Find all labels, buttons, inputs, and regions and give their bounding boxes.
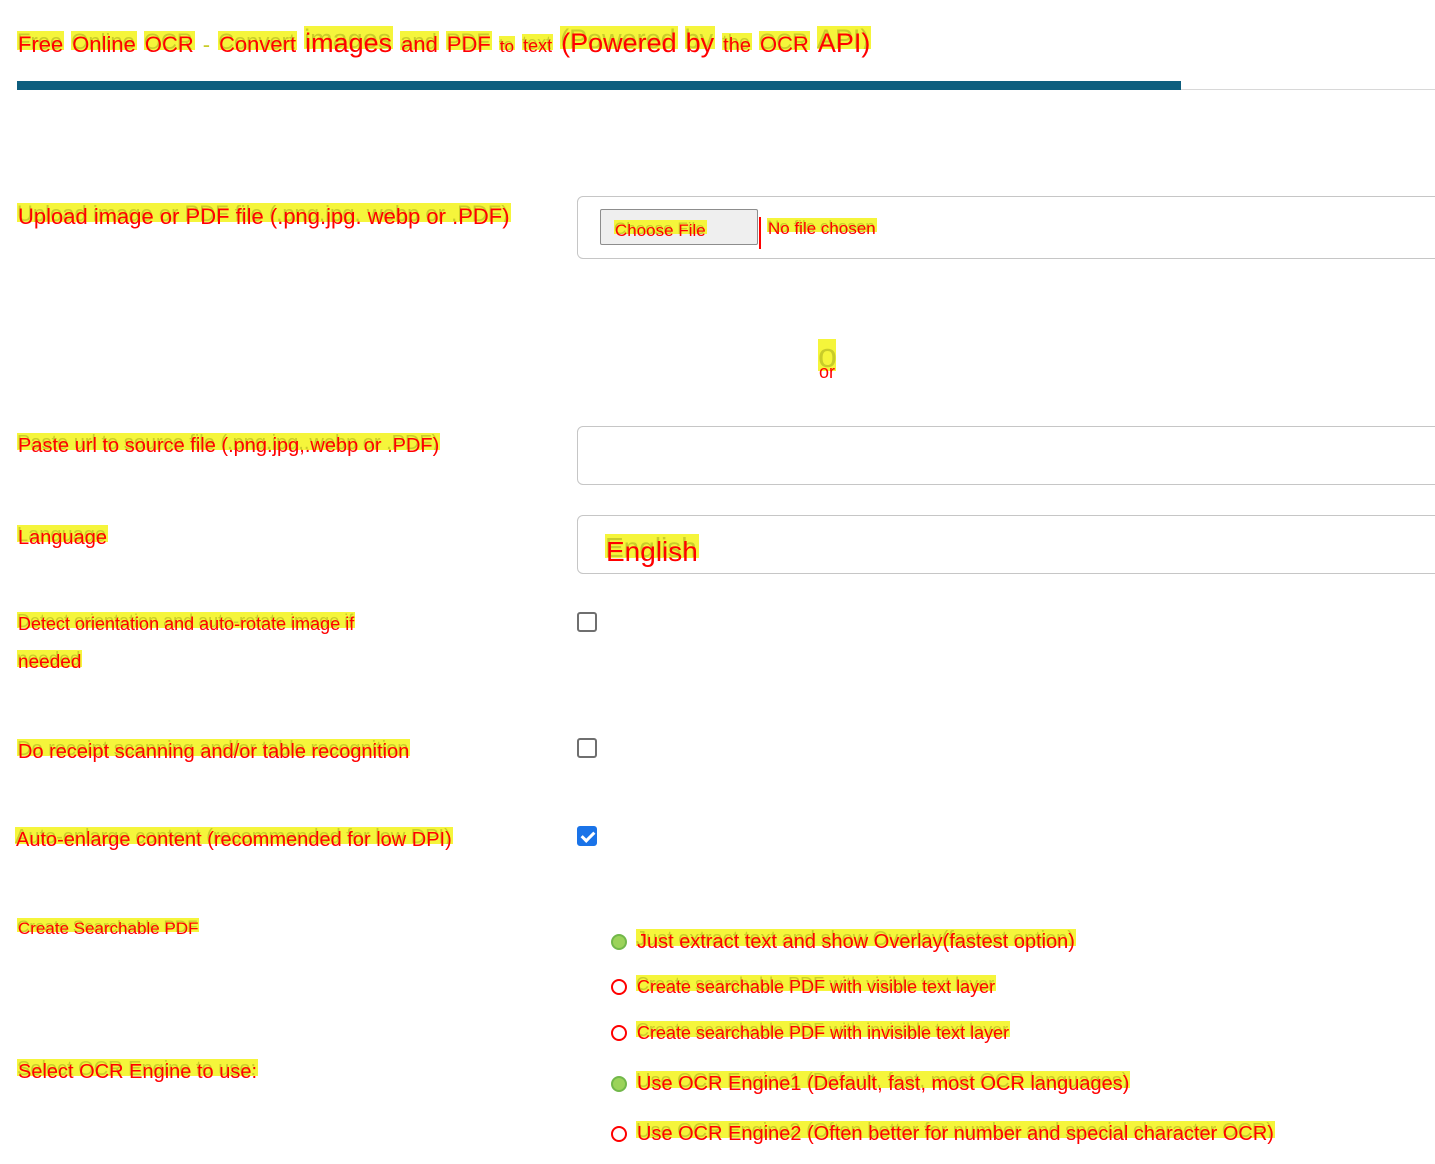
upload-label: Upload image or PDF file (.png.jpg. webp… <box>17 202 511 229</box>
title-word: Online Online <box>71 30 137 57</box>
title-word: - <box>202 32 211 57</box>
radio-overlay-only[interactable]: Just extract text and show Overlay(faste… <box>611 929 1084 953</box>
title-word: Free Free <box>17 30 65 57</box>
title-accent-bar <box>17 81 1181 90</box>
radio-searchable-invisible[interactable]: Create searchable PDF with invisible tex… <box>611 1021 1018 1044</box>
auto-enlarge-label: Auto-enlarge content (recommended for lo… <box>15 827 453 851</box>
choose-file-button[interactable]: Choose File Choose File <box>600 209 758 245</box>
radio-searchable-visible[interactable]: Create searchable PDF with visible text … <box>611 975 1004 998</box>
language-select[interactable]: English English <box>577 515 1435 574</box>
title-word: API) API) <box>816 26 872 58</box>
radio-button[interactable] <box>611 979 627 995</box>
title-word: to to <box>498 35 516 56</box>
ocr-engine-label: Select OCR Engine to use: Select OCR Engi… <box>17 1059 259 1083</box>
url-input[interactable] <box>577 426 1435 485</box>
receipt-scanning-label: Do receipt scanning and/or table recogni… <box>17 739 411 763</box>
searchable-pdf-label: Create Searchable PDF Create Searchable P… <box>17 917 200 938</box>
title-word: OCR OCR <box>143 30 195 57</box>
radio-ocr-engine1[interactable]: Use OCR Engine1 (Default, fast, most OCR… <box>611 1071 1138 1095</box>
radio-button[interactable] <box>611 1126 627 1142</box>
title-word: and and <box>400 30 439 57</box>
title-word: images images <box>304 26 394 58</box>
title-word: Convert Convert <box>218 30 298 57</box>
file-upload-field[interactable]: Choose File Choose File No file chosen No … <box>577 196 1435 259</box>
page-title: Free Free Online Online OCR OCR - Convert Conver… <box>17 26 879 70</box>
file-status: No file chosen No file chosen <box>767 217 877 238</box>
language-label: Language Language <box>17 525 108 549</box>
language-selected-value: English English <box>605 534 699 567</box>
url-label: Paste url to source file (.png.jpg,.webp… <box>17 433 441 457</box>
detect-orientation-label-cont: needed needed <box>17 650 83 673</box>
auto-enlarge-checkbox[interactable] <box>577 826 597 846</box>
title-word: OCR OCR <box>758 30 810 57</box>
radio-button[interactable] <box>611 1025 627 1041</box>
detect-orientation-label: Detect orientation and auto-rotate image… <box>17 612 356 634</box>
radio-button[interactable] <box>611 1076 627 1092</box>
text-caret <box>759 217 761 249</box>
title-word: (Powered (Powered <box>560 26 678 58</box>
radio-ocr-engine2[interactable]: Use OCR Engine2 (Often better for number… <box>611 1121 1283 1145</box>
detect-orientation-checkbox[interactable] <box>577 612 597 632</box>
radio-button[interactable] <box>611 934 627 950</box>
title-word: text text <box>522 34 554 56</box>
title-word: the the <box>722 33 752 57</box>
title-word: PDF PDF <box>445 30 492 57</box>
receipt-scanning-checkbox[interactable] <box>577 738 597 758</box>
or-separator: oror <box>818 338 837 382</box>
title-word: by by <box>684 26 716 58</box>
